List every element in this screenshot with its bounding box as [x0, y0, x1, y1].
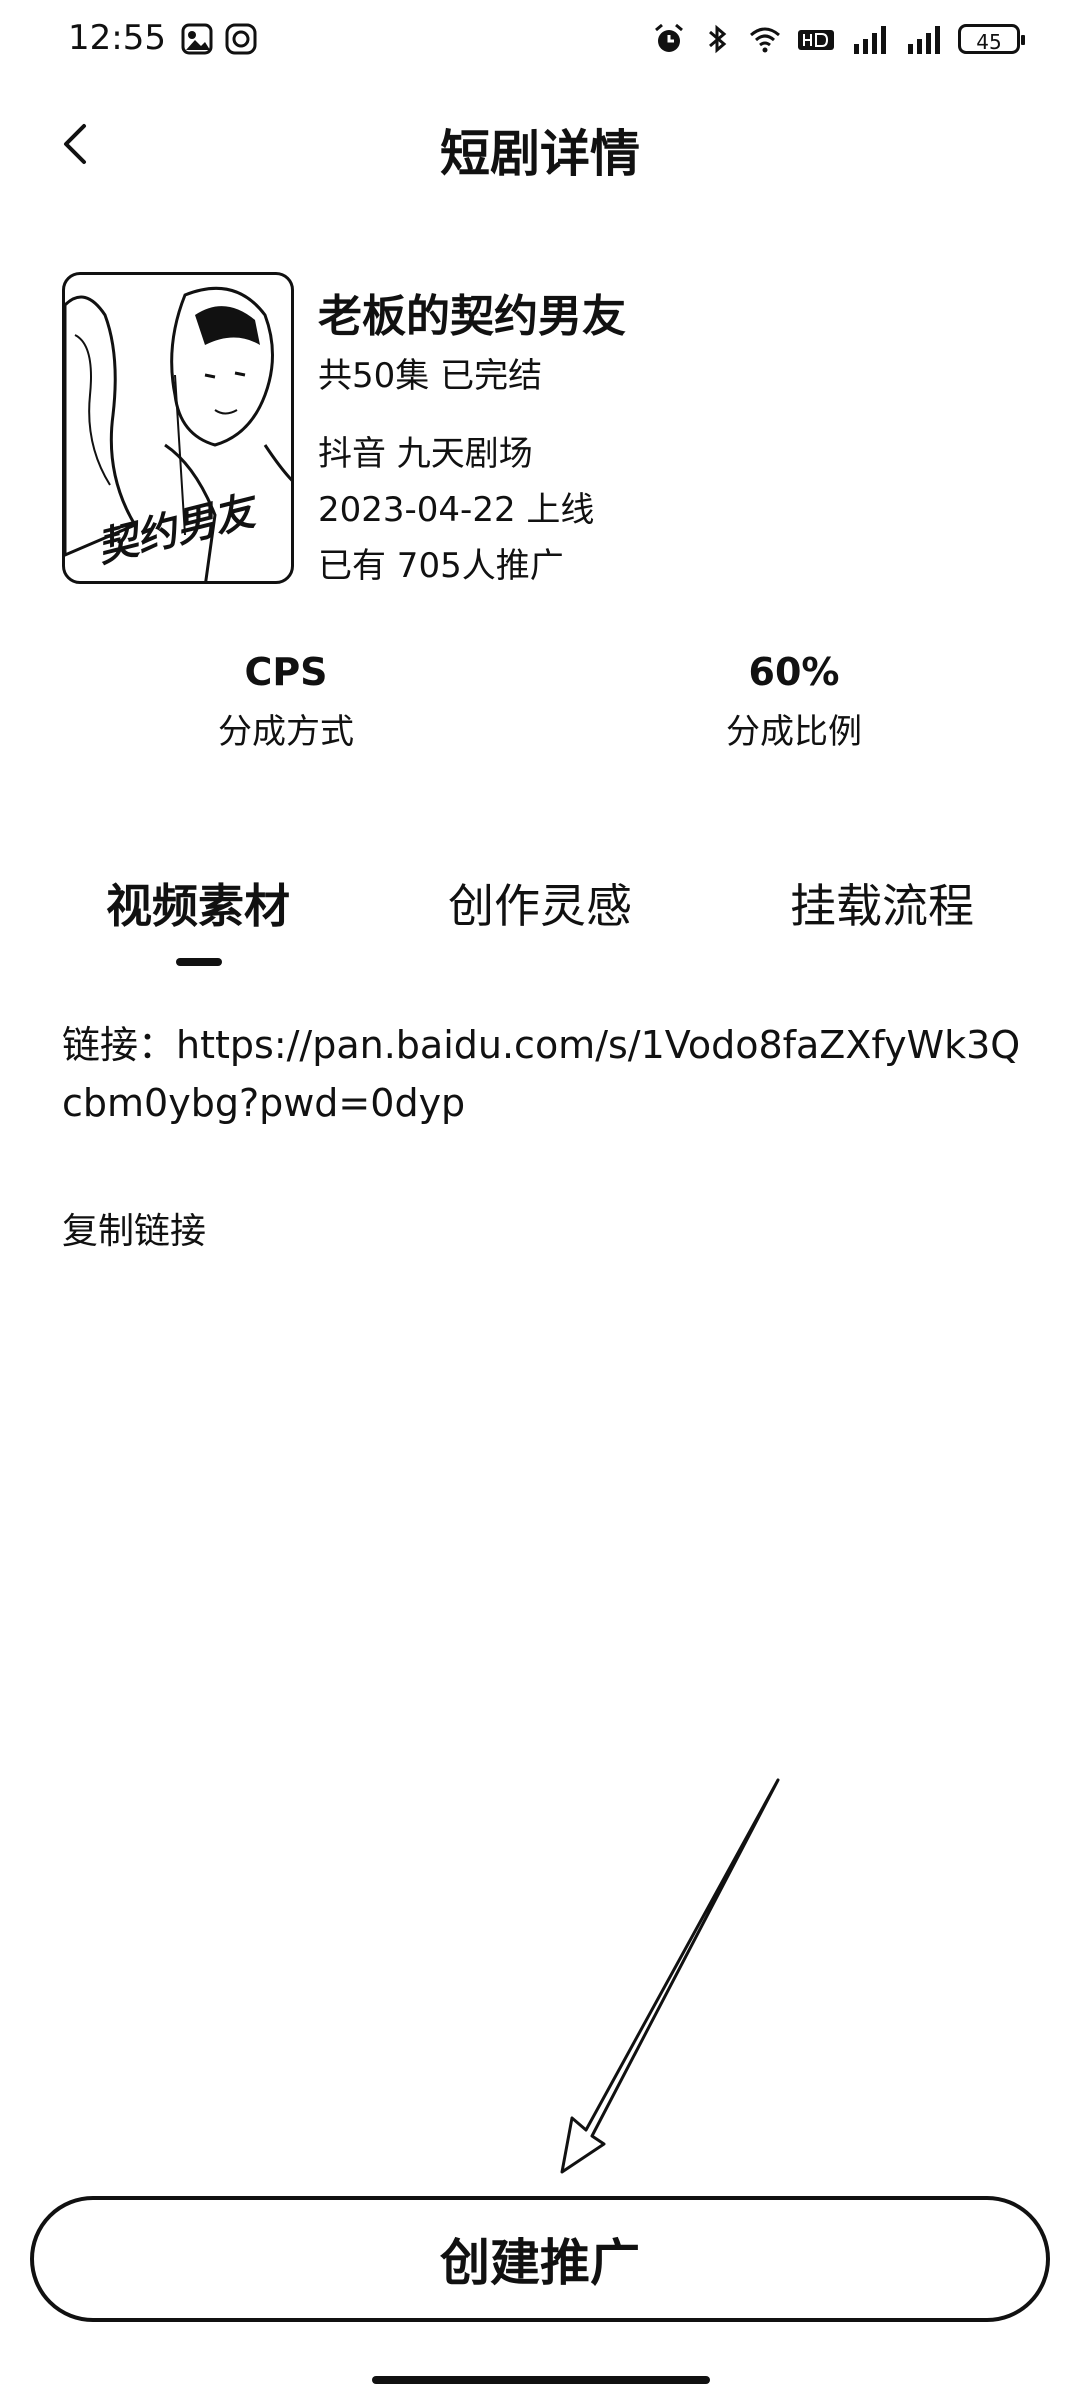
drama-episodes: 共50集 已完结 [318, 356, 543, 396]
drama-promoter-count: 已有 705人推广 [318, 546, 564, 586]
status-right-icons: 45 [652, 22, 1025, 56]
alarm-icon [655, 23, 683, 52]
drama-info: 契约男友 老板的契约男友 共50集 已完结 抖音 九天剧场 2023-04-22… [62, 272, 1022, 592]
link-url: https://pan.baidu.com/s/1Vodo8faZXfyWk3Q… [62, 1023, 1021, 1125]
commission-method: CPS 分成方式 [136, 650, 436, 753]
battery-level: 45 [976, 30, 1002, 54]
signal-4g-icon [908, 26, 940, 54]
material-link[interactable]: 链接：https://pan.baidu.com/s/1Vodo8faZXfyW… [62, 1016, 1022, 1132]
wifi-icon [750, 27, 780, 53]
commission-stats: CPS 分成方式 60% 分成比例 [0, 650, 1080, 770]
tab-active-indicator [176, 958, 222, 966]
drama-platform: 抖音 九天剧场 [318, 434, 533, 474]
tab-mounting-process[interactable]: 挂载流程 [790, 870, 974, 936]
signal-4g-icon [854, 26, 886, 54]
browser-icon [225, 23, 257, 55]
drama-cover[interactable]: 契约男友 [62, 272, 294, 584]
status-bar: 12:55 45 [0, 0, 1080, 80]
commission-method-label: 分成方式 [218, 712, 354, 752]
tab-video-material[interactable]: 视频素材 [106, 870, 290, 936]
link-label: 链接： [62, 1023, 177, 1067]
hd-icon [798, 30, 834, 50]
status-time: 12:55 [68, 18, 166, 58]
status-left-icons [180, 22, 258, 56]
create-promotion-label: 创建推广 [440, 2234, 640, 2292]
drama-title: 老板的契约男友 [318, 291, 626, 342]
create-promotion-button[interactable]: 创建推广 [30, 2196, 1050, 2322]
content-tabs: 视频素材 创作灵感 挂载流程 [0, 870, 1080, 980]
gallery-icon [181, 23, 213, 55]
commission-ratio: 60% 分成比例 [644, 650, 944, 753]
tab-creative-inspiration[interactable]: 创作灵感 [448, 870, 632, 936]
drama-release-date: 2023-04-22 上线 [318, 490, 595, 530]
bluetooth-icon [709, 24, 727, 54]
page-title: 短剧详情 [440, 125, 640, 183]
battery-icon: 45 [958, 24, 1025, 54]
nav-bar: 短剧详情 [0, 96, 1080, 196]
home-indicator[interactable] [372, 2376, 710, 2384]
commission-ratio-label: 分成比例 [726, 712, 862, 752]
copy-link-button[interactable]: 复制链接 [62, 1202, 206, 1254]
commission-ratio-value: 60% [748, 650, 840, 694]
commission-method-value: CPS [244, 650, 328, 694]
